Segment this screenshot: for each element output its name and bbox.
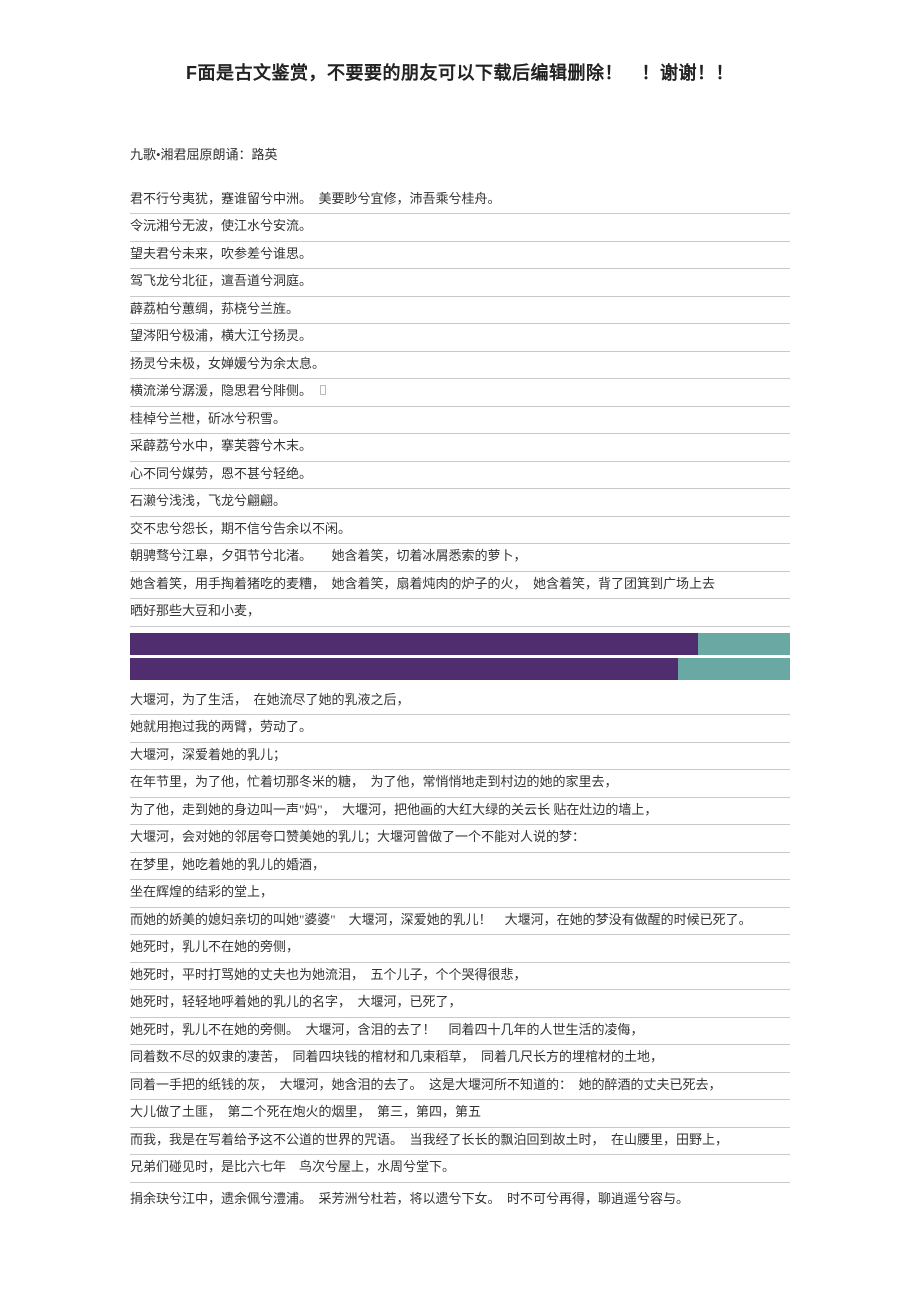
- text-line: 横流涕兮潺湲，隐思君兮陫侧。: [130, 379, 790, 407]
- teal-block: [698, 633, 790, 655]
- text-line: 在年节里，为了他，忙着切那冬米的糖， 为了他，常悄悄地走到村边的她的家里去，: [130, 770, 790, 798]
- purple-block: [130, 633, 698, 655]
- page-title: F面是古文鉴赏，不要要的朋友可以下载后编辑删除！ ！谢谢！！: [130, 60, 790, 87]
- text-line: 君不行兮夷犹，蹇谁留兮中洲。 美要眇兮宜修，沛吾乘兮桂舟。: [130, 187, 790, 215]
- text-line: 大儿做了土匪， 第二个死在炮火的烟里， 第三，第四，第五: [130, 1100, 790, 1128]
- text-line: 而她的娇美的媳妇亲切的叫她"婆婆" 大堰河，深爱她的乳儿！ 大堰河，在她的梦没有…: [130, 908, 790, 936]
- text-line: 心不同兮媒劳，恩不甚兮轻绝。: [130, 462, 790, 490]
- text-line: 令沅湘兮无波，使江水兮安流。: [130, 214, 790, 242]
- text-line: 她就用抱过我的两臂，劳动了。: [130, 715, 790, 743]
- block-row-2: [130, 658, 790, 680]
- text-line: 她含着笑，用手掏着猪吃的麦糟， 她含着笑，扇着炖肉的炉子的火， 她含着笑，背了团…: [130, 572, 790, 600]
- text-line: 她死时，乳儿不在她的旁侧，: [130, 935, 790, 963]
- purple-block: [130, 658, 678, 680]
- subtitle: 九歌•湘君屈原朗诵：路英: [130, 145, 790, 165]
- text-line: 而我，我是在写着给予这不公道的世界的咒语。 当我经了长长的飘泊回到故土时， 在山…: [130, 1128, 790, 1156]
- teal-block: [678, 658, 790, 680]
- text-line: 大堰河，会对她的邻居夸口赞美她的乳儿；大堰河曾做了一个不能对人说的梦：: [130, 825, 790, 853]
- text-line: 扬灵兮未极，女婵媛兮为余太息。: [130, 352, 790, 380]
- text-line: 朝骋骛兮江皋，夕弭节兮北渚。 她含着笑，切着冰屑悉索的萝卜，: [130, 544, 790, 572]
- poem-section-1: 君不行兮夷犹，蹇谁留兮中洲。 美要眇兮宜修，沛吾乘兮桂舟。令沅湘兮无波，使江水兮…: [130, 187, 790, 627]
- text-line: 晒好那些大豆和小麦，: [130, 599, 790, 627]
- text-line: 同着一手把的纸钱的灰， 大堰河，她含泪的去了。 这是大堰河所不知道的： 她的醉酒…: [130, 1073, 790, 1101]
- block-row-1: [130, 633, 790, 655]
- text-line: 她死时，平时打骂她的丈夫也为她流泪， 五个儿子，个个哭得很悲，: [130, 963, 790, 991]
- text-line: 桂棹兮兰枻，斫冰兮积雪。: [130, 407, 790, 435]
- color-block-divider: [130, 633, 790, 680]
- text-line: 望涔阳兮极浦，横大江兮扬灵。: [130, 324, 790, 352]
- text-line: 坐在辉煌的结彩的堂上，: [130, 880, 790, 908]
- text-line: 为了他，走到她的身边叫一声"妈"， 大堰河，把他画的大红大绿的关云长 贴在灶边的…: [130, 798, 790, 826]
- poem-section-2: 大堰河，为了生活， 在她流尽了她的乳液之后，她就用抱过我的两臂，劳动了。大堰河，…: [130, 688, 790, 1183]
- text-line: 在梦里，她吃着她的乳儿的婚酒，: [130, 853, 790, 881]
- text-line: 望夫君兮未来，吹参差兮谁思。: [130, 242, 790, 270]
- text-line: 交不忠兮怨长，期不信兮告余以不闲。: [130, 517, 790, 545]
- poem-section-3: 捐余玦兮江中，遗余佩兮澧浦。 采芳洲兮杜若，将以遗兮下女。 时不可兮再得，聊逍遥…: [130, 1187, 790, 1214]
- text-line: 驾飞龙兮北征，邅吾道兮洞庭。: [130, 269, 790, 297]
- text-line: 大堰河，深爱着她的乳儿；: [130, 743, 790, 771]
- text-line: 兄弟们碰见时，是比六七年 鸟次兮屋上，水周兮堂下。: [130, 1155, 790, 1183]
- text-line: 捐余玦兮江中，遗余佩兮澧浦。 采芳洲兮杜若，将以遗兮下女。 时不可兮再得，聊逍遥…: [130, 1187, 790, 1214]
- annotation-marker: [320, 385, 326, 395]
- text-line: 她死时，轻轻地呼着她的乳儿的名字， 大堰河，已死了，: [130, 990, 790, 1018]
- text-line: 石濑兮浅浅，飞龙兮翩翩。: [130, 489, 790, 517]
- text-line: 采薜荔兮水中，搴芙蓉兮木末。: [130, 434, 790, 462]
- text-line: 薜荔柏兮蕙绸，荪桡兮兰旌。: [130, 297, 790, 325]
- text-line: 大堰河，为了生活， 在她流尽了她的乳液之后，: [130, 688, 790, 716]
- text-line: 她死时，乳儿不在她的旁侧。 大堰河，含泪的去了！ 同着四十几年的人世生活的凌侮，: [130, 1018, 790, 1046]
- text-line: 同着数不尽的奴隶的凄苦， 同着四块钱的棺材和几束稻草， 同着几尺长方的埋棺材的土…: [130, 1045, 790, 1073]
